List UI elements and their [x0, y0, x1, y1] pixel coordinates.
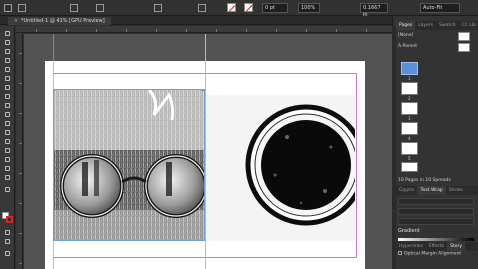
- reference-point-icon[interactable]: [4, 4, 12, 12]
- page-thumbnail-6[interactable]: [401, 162, 418, 172]
- type-tool-icon[interactable]: [3, 66, 12, 73]
- page-thumbnail-4[interactable]: [401, 122, 418, 135]
- line-tool-icon[interactable]: [3, 75, 12, 82]
- horizontal-ruler[interactable]: [16, 26, 392, 33]
- rotate-icon[interactable]: [18, 4, 26, 12]
- close-icon[interactable]: ×: [14, 17, 19, 24]
- page-thumbnail-2[interactable]: [401, 82, 418, 95]
- stroke-weight-field[interactable]: 0 pt: [262, 3, 288, 13]
- eyedropper-tool-icon[interactable]: [3, 156, 12, 163]
- gradient-panel-title: Gradient: [398, 228, 420, 234]
- page-number-1: 1: [408, 76, 411, 81]
- text-wrap-options-row[interactable]: [398, 198, 474, 205]
- master-none-label[interactable]: [None]: [398, 33, 413, 38]
- pages-summary: 10 Pages in 10 Spreads: [398, 178, 451, 183]
- flip-horizontal-icon[interactable]: [70, 4, 78, 12]
- stroke-icon[interactable]: [6, 216, 13, 223]
- percent-field[interactable]: 100%: [298, 3, 320, 13]
- fill-swatch[interactable]: [227, 3, 236, 12]
- checkbox-icon[interactable]: [398, 251, 402, 255]
- coffee-photo-frame[interactable]: [205, 95, 355, 241]
- page-number-5: 5: [408, 156, 411, 161]
- text-wrap-offset-row-2[interactable]: [398, 218, 474, 225]
- tab-layers[interactable]: Layers: [415, 21, 436, 30]
- rectangle-frame-tool-icon[interactable]: [3, 102, 12, 109]
- coffee-cup-image: [205, 95, 355, 241]
- wrap-panel-tabs: Glyphs Text Wrap Stroke: [396, 186, 478, 195]
- control-bar: 0 pt 100% 0.1667 in Auto-Fit: [0, 0, 478, 18]
- page-thumbnail-1[interactable]: [401, 62, 418, 75]
- stroke-swatch[interactable]: [244, 3, 253, 12]
- zoom-tool-icon[interactable]: [3, 174, 12, 181]
- tab-story[interactable]: Story: [447, 242, 466, 251]
- direct-selection-tool-icon[interactable]: [3, 39, 12, 46]
- hand-tool-icon[interactable]: [3, 165, 12, 172]
- vertical-ruler[interactable]: [16, 33, 23, 269]
- tab-cc-libraries[interactable]: CC Lib: [459, 21, 478, 30]
- page-number-2: 2: [408, 96, 411, 101]
- margin-guide-right: [356, 73, 357, 258]
- master-none-thumb[interactable]: [458, 32, 470, 41]
- free-transform-tool-icon[interactable]: [3, 129, 12, 136]
- select-container-icon[interactable]: [96, 4, 104, 12]
- tab-text-wrap[interactable]: Text Wrap: [417, 186, 446, 195]
- apply-none-icon[interactable]: [3, 238, 12, 245]
- text-wrap-offset-row[interactable]: [398, 208, 474, 215]
- document-tab-bar: × *Untitled-1 @ 41% [GPU Preview]: [0, 16, 392, 25]
- scissors-tool-icon[interactable]: [3, 120, 12, 127]
- optical-margin-alignment[interactable]: Optical Margin Alignment: [398, 251, 461, 257]
- document-tab[interactable]: × *Untitled-1 @ 41% [GPU Preview]: [8, 17, 111, 25]
- note-tool-icon[interactable]: [3, 147, 12, 154]
- tab-stroke[interactable]: Stroke: [446, 186, 466, 195]
- width-field[interactable]: 0.1667 in: [360, 3, 388, 18]
- page-number-4: 4: [408, 136, 411, 141]
- pencil-tool-icon[interactable]: [3, 93, 12, 100]
- cat-with-glasses-image: [54, 90, 204, 240]
- gradient-tool-icon[interactable]: [3, 138, 12, 145]
- tab-glyphs[interactable]: Glyphs: [396, 186, 417, 195]
- story-panel-tabs: Hyperlinks Effects Story: [396, 242, 478, 251]
- page-thumbnail-3[interactable]: [401, 102, 418, 115]
- rectangle-tool-icon[interactable]: [3, 111, 12, 118]
- distribute-icon[interactable]: [198, 4, 206, 12]
- gradient-ramp[interactable]: [398, 238, 474, 241]
- cat-photo-frame[interactable]: [53, 89, 205, 241]
- tab-effects[interactable]: Effects: [426, 242, 447, 251]
- screen-mode-icon[interactable]: [3, 250, 12, 257]
- default-colors-icon[interactable]: [3, 186, 12, 193]
- master-a-parent-thumb[interactable]: [458, 43, 470, 52]
- ruler-guide[interactable]: [205, 34, 206, 269]
- pen-tool-icon[interactable]: [3, 84, 12, 91]
- frame-handle[interactable]: [54, 90, 55, 91]
- align-icon[interactable]: [154, 4, 162, 12]
- tab-pages[interactable]: Pages: [396, 21, 416, 30]
- dock-collapse-strip[interactable]: [392, 26, 396, 269]
- tab-swatches[interactable]: Swatch: [436, 21, 458, 30]
- pages-panel-tabs: Pages Layers Swatch CC Lib: [396, 21, 478, 30]
- gap-tool-icon[interactable]: [3, 57, 12, 64]
- apply-color-icon[interactable]: [3, 229, 12, 236]
- auto-fit-checkbox[interactable]: Auto-Fit: [420, 3, 460, 13]
- tools-panel: [0, 26, 15, 269]
- fill-stroke-proxy[interactable]: [2, 212, 13, 223]
- page-tool-icon[interactable]: [3, 48, 12, 55]
- optical-margin-alignment-label: Optical Margin Alignment: [404, 251, 462, 257]
- document-title: *Untitled-1 @ 41% [GPU Preview]: [21, 18, 105, 24]
- master-a-parent-label[interactable]: A-Parent: [398, 44, 417, 49]
- page-number-3: 3: [408, 116, 411, 121]
- selection-tool-icon[interactable]: [3, 30, 12, 37]
- page-thumbnail-5[interactable]: [401, 142, 418, 155]
- tab-hyperlinks[interactable]: Hyperlinks: [396, 242, 426, 251]
